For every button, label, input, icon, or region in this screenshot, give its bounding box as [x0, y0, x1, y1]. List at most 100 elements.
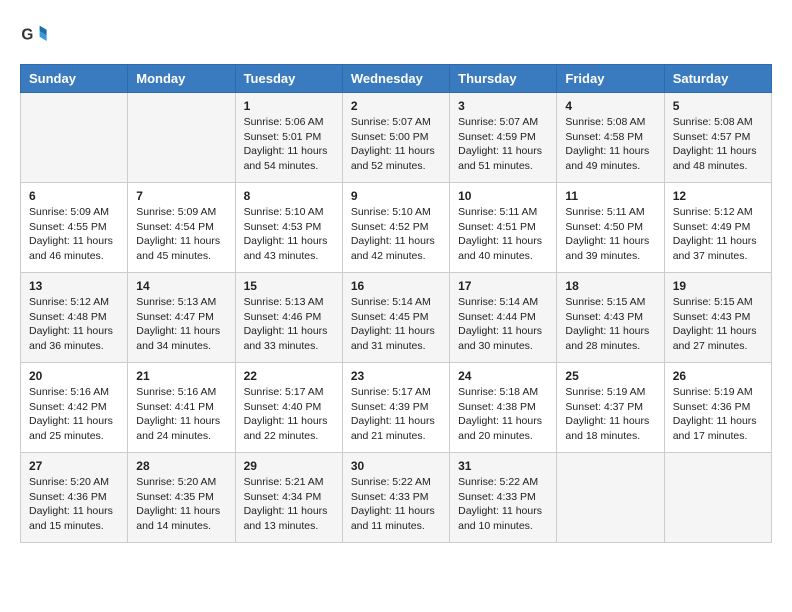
- calendar-cell: 18 Sunrise: 5:15 AM Sunset: 4:43 PM Dayli…: [557, 273, 664, 363]
- day-content: Sunrise: 5:18 AM Sunset: 4:38 PM Dayligh…: [458, 385, 548, 444]
- page-header: G: [20, 20, 772, 48]
- day-number: 31: [458, 459, 548, 473]
- calendar-cell: 9 Sunrise: 5:10 AM Sunset: 4:52 PM Daylig…: [342, 183, 449, 273]
- day-number: 1: [244, 99, 334, 113]
- calendar-cell: 7Sunrise: 5:09 AM Sunset: 4:54 PM Daylig…: [128, 183, 235, 273]
- day-content: Sunrise: 5:12 AM Sunset: 4:49 PM Dayligh…: [673, 205, 763, 264]
- day-content: Sunrise: 5:19 AM Sunset: 4:36 PM Dayligh…: [673, 385, 763, 444]
- day-number: 19: [673, 279, 763, 293]
- weekday-header-friday: Friday: [557, 65, 664, 93]
- day-content: Sunrise: 5:09 AM Sunset: 4:55 PM Dayligh…: [29, 205, 119, 264]
- day-number: 15: [244, 279, 334, 293]
- day-number: 6: [29, 189, 119, 203]
- svg-text:G: G: [21, 27, 33, 44]
- day-content: Sunrise: 5:06 AM Sunset: 5:01 PM Dayligh…: [244, 115, 334, 174]
- day-content: Sunrise: 5:17 AM Sunset: 4:40 PM Dayligh…: [244, 385, 334, 444]
- day-number: 8: [244, 189, 334, 203]
- week-row-2: 6 Sunrise: 5:09 AM Sunset: 4:55 PM Daylig…: [21, 183, 772, 273]
- day-number: 22: [244, 369, 334, 383]
- day-number: 16: [351, 279, 441, 293]
- day-content: Sunrise: 5:17 AM Sunset: 4:39 PM Dayligh…: [351, 385, 441, 444]
- day-number: 21: [136, 369, 226, 383]
- day-number: 10: [458, 189, 548, 203]
- day-number: 12: [673, 189, 763, 203]
- day-content: Sunrise: 5:15 AM Sunset: 4:43 PM Dayligh…: [565, 295, 655, 354]
- day-content: Sunrise: 5:10 AM Sunset: 4:53 PM Dayligh…: [244, 205, 334, 264]
- calendar-cell: 28 Sunrise: 5:20 AM Sunset: 4:35 PM Dayli…: [128, 453, 235, 543]
- weekday-header-tuesday: Tuesday: [235, 65, 342, 93]
- day-content: Sunrise: 5:07 AM Sunset: 5:00 PM Dayligh…: [351, 115, 441, 174]
- day-content: Sunrise: 5:14 AM Sunset: 4:45 PM Dayligh…: [351, 295, 441, 354]
- day-content: Sunrise: 5:11 AM Sunset: 4:51 PM Dayligh…: [458, 205, 548, 264]
- calendar-cell: 1 Sunrise: 5:06 AM Sunset: 5:01 PM Daylig…: [235, 93, 342, 183]
- day-content: Sunrise: 5:20 AM Sunset: 4:35 PM Dayligh…: [136, 475, 226, 534]
- day-content: Sunrise: 5:08 AM Sunset: 4:58 PM Dayligh…: [565, 115, 655, 174]
- calendar-cell: 23 Sunrise: 5:17 AM Sunset: 4:39 PM Dayli…: [342, 363, 449, 453]
- day-number: 27: [29, 459, 119, 473]
- calendar-cell: 17 Sunrise: 5:14 AM Sunset: 4:44 PM Dayli…: [450, 273, 557, 363]
- calendar-cell: 16 Sunrise: 5:14 AM Sunset: 4:45 PM Dayli…: [342, 273, 449, 363]
- calendar-cell: 3 Sunrise: 5:07 AM Sunset: 4:59 PM Daylig…: [450, 93, 557, 183]
- calendar-cell: 10 Sunrise: 5:11 AM Sunset: 4:51 PM Dayli…: [450, 183, 557, 273]
- day-number: 23: [351, 369, 441, 383]
- week-row-1: 1 Sunrise: 5:06 AM Sunset: 5:01 PM Daylig…: [21, 93, 772, 183]
- day-content: Sunrise: 5:14 AM Sunset: 4:44 PM Dayligh…: [458, 295, 548, 354]
- day-number: 26: [673, 369, 763, 383]
- weekday-header-thursday: Thursday: [450, 65, 557, 93]
- day-content: Sunrise: 5:22 AM Sunset: 4:33 PM Dayligh…: [351, 475, 441, 534]
- week-row-5: 27 Sunrise: 5:20 AM Sunset: 4:36 PM Dayli…: [21, 453, 772, 543]
- day-content: Sunrise: 5:13 AM Sunset: 4:47 PM Dayligh…: [136, 295, 226, 354]
- day-content: Sunrise: 5:07 AM Sunset: 4:59 PM Dayligh…: [458, 115, 548, 174]
- calendar-cell: 12 Sunrise: 5:12 AM Sunset: 4:49 PM Dayli…: [664, 183, 771, 273]
- weekday-header-wednesday: Wednesday: [342, 65, 449, 93]
- day-number: 5: [673, 99, 763, 113]
- day-number: 17: [458, 279, 548, 293]
- weekday-header-monday: Monday: [128, 65, 235, 93]
- day-content: Sunrise: 5:22 AM Sunset: 4:33 PM Dayligh…: [458, 475, 548, 534]
- day-number: 30: [351, 459, 441, 473]
- day-number: 7: [136, 189, 226, 203]
- day-content: Sunrise: 5:19 AM Sunset: 4:37 PM Dayligh…: [565, 385, 655, 444]
- calendar-cell: 26 Sunrise: 5:19 AM Sunset: 4:36 PM Dayli…: [664, 363, 771, 453]
- day-content: Sunrise: 5:21 AM Sunset: 4:34 PM Dayligh…: [244, 475, 334, 534]
- day-content: Sunrise: 5:12 AM Sunset: 4:48 PM Dayligh…: [29, 295, 119, 354]
- day-number: 25: [565, 369, 655, 383]
- calendar-cell: 25 Sunrise: 5:19 AM Sunset: 4:37 PM Dayli…: [557, 363, 664, 453]
- day-number: 29: [244, 459, 334, 473]
- day-content: Sunrise: 5:15 AM Sunset: 4:43 PM Dayligh…: [673, 295, 763, 354]
- calendar-cell: 15Sunrise: 5:13 AM Sunset: 4:46 PM Dayli…: [235, 273, 342, 363]
- day-number: 3: [458, 99, 548, 113]
- calendar-cell: 20Sunrise: 5:16 AM Sunset: 4:42 PM Dayli…: [21, 363, 128, 453]
- logo: G: [20, 20, 52, 48]
- calendar-cell: 24 Sunrise: 5:18 AM Sunset: 4:38 PM Dayli…: [450, 363, 557, 453]
- day-content: Sunrise: 5:16 AM Sunset: 4:41 PM Dayligh…: [136, 385, 226, 444]
- day-content: Sunrise: 5:20 AM Sunset: 4:36 PM Dayligh…: [29, 475, 119, 534]
- calendar-cell: 27 Sunrise: 5:20 AM Sunset: 4:36 PM Dayli…: [21, 453, 128, 543]
- calendar-cell: [21, 93, 128, 183]
- day-number: 18: [565, 279, 655, 293]
- calendar-cell: 31 Sunrise: 5:22 AM Sunset: 4:33 PM Dayli…: [450, 453, 557, 543]
- calendar-cell: 14 Sunrise: 5:13 AM Sunset: 4:47 PM Dayli…: [128, 273, 235, 363]
- day-number: 28: [136, 459, 226, 473]
- day-content: Sunrise: 5:10 AM Sunset: 4:52 PM Dayligh…: [351, 205, 441, 264]
- calendar-cell: [664, 453, 771, 543]
- calendar-cell: 13 Sunrise: 5:12 AM Sunset: 4:48 PM Dayli…: [21, 273, 128, 363]
- calendar-cell: 5 Sunrise: 5:08 AM Sunset: 4:57 PM Daylig…: [664, 93, 771, 183]
- day-content: Sunrise: 5:11 AM Sunset: 4:50 PM Dayligh…: [565, 205, 655, 264]
- day-number: 2: [351, 99, 441, 113]
- week-row-4: 20Sunrise: 5:16 AM Sunset: 4:42 PM Dayli…: [21, 363, 772, 453]
- week-row-3: 13 Sunrise: 5:12 AM Sunset: 4:48 PM Dayli…: [21, 273, 772, 363]
- day-number: 14: [136, 279, 226, 293]
- calendar-body: 1 Sunrise: 5:06 AM Sunset: 5:01 PM Daylig…: [21, 93, 772, 543]
- weekday-header-saturday: Saturday: [664, 65, 771, 93]
- weekday-header-sunday: Sunday: [21, 65, 128, 93]
- day-number: 9: [351, 189, 441, 203]
- day-number: 20: [29, 369, 119, 383]
- calendar-table: SundayMondayTuesdayWednesdayThursdayFrid…: [20, 64, 772, 543]
- day-content: Sunrise: 5:08 AM Sunset: 4:57 PM Dayligh…: [673, 115, 763, 174]
- calendar-cell: 2 Sunrise: 5:07 AM Sunset: 5:00 PM Daylig…: [342, 93, 449, 183]
- calendar-cell: [557, 453, 664, 543]
- day-number: 13: [29, 279, 119, 293]
- day-number: 11: [565, 189, 655, 203]
- day-number: 24: [458, 369, 548, 383]
